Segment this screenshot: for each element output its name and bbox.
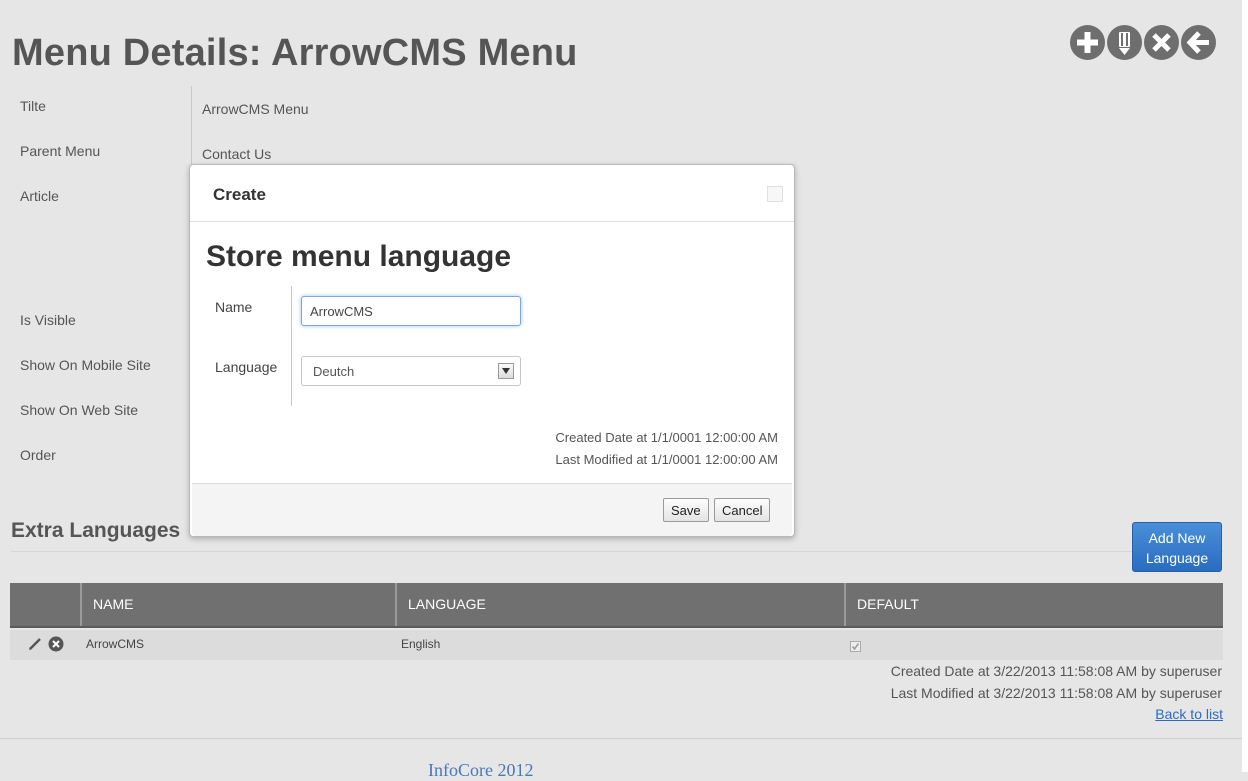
label-order: Order — [20, 447, 56, 463]
languages-table-header: NAME LANGUAGE DEFAULT — [10, 583, 1223, 628]
edit-button[interactable] — [1107, 25, 1142, 60]
dialog-footer: Save Cancel — [192, 483, 792, 536]
dialog-title: Create — [213, 185, 266, 204]
column-language[interactable]: LANGUAGE — [395, 583, 845, 626]
add-button[interactable] — [1070, 25, 1105, 60]
add-new-language-button[interactable]: Add New Language — [1132, 522, 1222, 572]
label-article: Article — [20, 188, 59, 204]
label-is-visible: Is Visible — [20, 312, 76, 328]
delete-circle-icon[interactable] — [48, 636, 64, 652]
chevron-down-icon — [502, 368, 510, 374]
row-actions — [28, 636, 64, 652]
cancel-button[interactable]: Cancel — [714, 498, 771, 522]
section-divider — [11, 551, 1223, 552]
dialog-created-date: Created Date at 1/1/0001 12:00:00 AM — [555, 430, 778, 445]
cell-language: English — [401, 637, 441, 651]
last-modified: Last Modified at 3/22/2013 11:58:08 AM b… — [890, 685, 1222, 701]
pencil-icon[interactable] — [28, 637, 42, 651]
dialog-header: Create — [190, 165, 794, 222]
dropdown-arrow[interactable] — [498, 363, 514, 379]
form-separator — [291, 286, 292, 406]
delete-button[interactable] — [1144, 25, 1179, 60]
label-parent-menu: Parent Menu — [20, 143, 101, 159]
back-arrow-icon — [1186, 31, 1209, 54]
column-default[interactable]: DEFAULT — [844, 583, 1222, 626]
save-button[interactable]: Save — [663, 498, 709, 522]
name-label: Name — [215, 299, 253, 315]
create-dialog: Create Store menu language Name Language… — [189, 164, 795, 537]
created-date: Created Date at 3/22/2013 11:58:08 AM by… — [890, 663, 1222, 679]
dialog-last-modified: Last Modified at 1/1/0001 12:00:00 AM — [555, 452, 778, 467]
cell-name: ArrowCMS — [86, 637, 145, 651]
language-label: Language — [215, 359, 278, 375]
form-heading: Store menu language — [206, 240, 512, 273]
add-new-language-label: Add New Language — [1145, 530, 1209, 566]
extra-languages-title: Extra Languages — [11, 519, 181, 542]
column-default-label: DEFAULT — [857, 596, 919, 612]
edit-icon — [1119, 32, 1130, 55]
footer-divider — [0, 738, 1248, 739]
scrollbar-edge — [1242, 0, 1248, 772]
dialog-close-button[interactable] — [767, 186, 783, 202]
close-icon — [1152, 33, 1171, 52]
column-language-label: LANGUAGE — [408, 596, 486, 612]
table-row: ArrowCMS English — [10, 630, 1223, 660]
footer-text: InfoCore 2012 — [428, 760, 534, 780]
toolbar — [1070, 25, 1216, 60]
page-title: Menu Details: ArrowCMS Menu — [12, 32, 578, 74]
value-parent-menu: Contact Us — [202, 146, 272, 162]
label-show-mobile: Show On Mobile Site — [20, 357, 151, 373]
back-button[interactable] — [1181, 25, 1216, 60]
column-name[interactable]: NAME — [80, 583, 396, 626]
back-to-list-link[interactable]: Back to list — [1155, 706, 1223, 722]
checkmark-icon — [851, 643, 860, 651]
plus-icon — [1077, 32, 1098, 53]
value-title: ArrowCMS Menu — [202, 101, 309, 117]
column-name-label: NAME — [93, 596, 134, 612]
detail-separator — [191, 86, 192, 176]
label-show-web: Show On Web Site — [20, 402, 139, 418]
label-title: Tilte — [20, 98, 46, 114]
language-selected-value: Deutch — [313, 364, 355, 379]
name-input[interactable] — [301, 296, 521, 326]
default-checkbox[interactable] — [850, 641, 861, 652]
language-select[interactable]: Deutch — [301, 356, 521, 386]
